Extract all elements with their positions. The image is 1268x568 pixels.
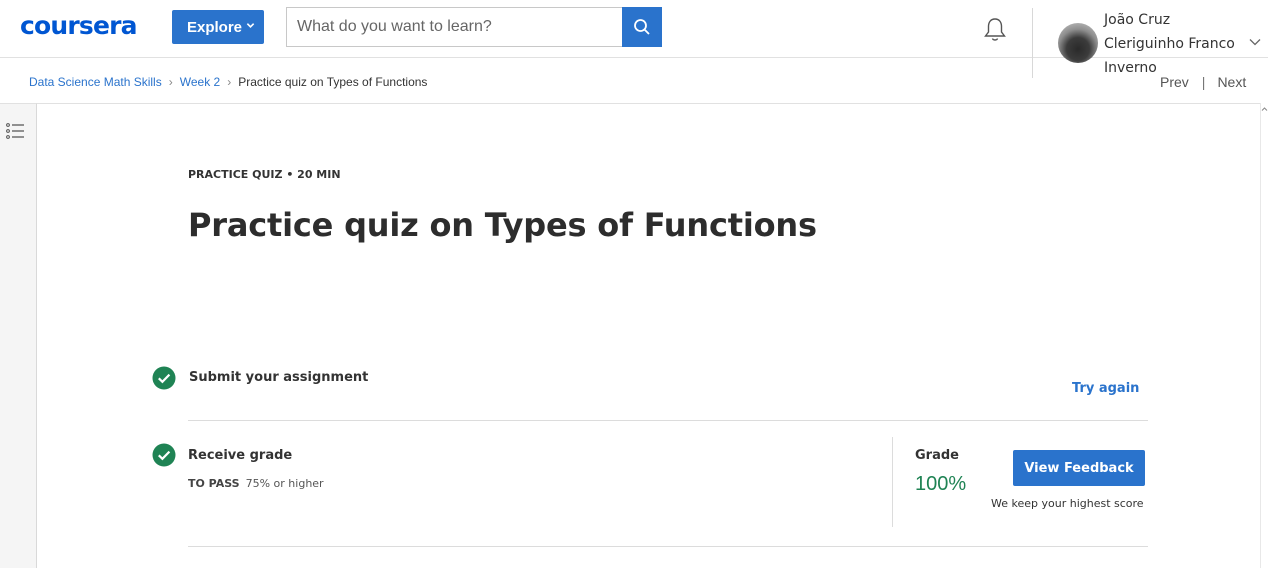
explore-label: Explore [187, 18, 243, 36]
try-again-link[interactable]: Try again [1072, 381, 1139, 397]
to-pass-label: TO PASS [188, 477, 240, 490]
to-pass-value: 75% or higher [245, 477, 324, 490]
grade-value: 100% [915, 473, 967, 495]
chevron-right-icon: › [227, 75, 232, 89]
section-divider [188, 420, 1148, 421]
chevron-right-icon: › [168, 75, 173, 89]
chevron-down-icon [246, 23, 255, 28]
search-input[interactable] [286, 7, 622, 47]
breadcrumb-course[interactable]: Data Science Math Skills [29, 75, 162, 89]
user-name-line-1: João Cruz [1104, 12, 1171, 28]
to-pass-requirement: TO PASS 75% or higher [188, 477, 324, 491]
user-name-line-2: Cleriguinho Franco [1104, 36, 1235, 52]
explore-button[interactable]: Explore [172, 10, 264, 44]
breadcrumb-week[interactable]: Week 2 [180, 75, 220, 89]
chevron-up-icon[interactable] [1261, 106, 1268, 112]
check-circle-icon [152, 443, 176, 467]
grade-label: Grade [915, 448, 959, 463]
page-title: Practice quiz on Types of Functions [188, 206, 817, 244]
highest-score-note: We keep your highest score [991, 497, 1144, 510]
item-navigation: Prev | Next [1160, 72, 1246, 92]
left-sidebar-rail [0, 103, 37, 568]
user-menu[interactable]: João Cruz Cleriguinho Franco Inverno [1056, 8, 1266, 80]
coursera-logo[interactable]: coursera [20, 10, 138, 42]
item-type-label: PRACTICE QUIZ • 20 MIN [188, 168, 341, 181]
header-divider [1032, 8, 1033, 78]
search-icon [634, 19, 650, 35]
content-divider [37, 103, 1260, 104]
list-icon[interactable] [5, 122, 27, 140]
user-name: João Cruz Cleriguinho Franco Inverno [1104, 8, 1244, 80]
breadcrumb-current: Practice quiz on Types of Functions [238, 75, 428, 89]
grade-divider [892, 437, 893, 527]
scrollbar[interactable] [1260, 103, 1268, 568]
receive-grade-label: Receive grade [188, 448, 293, 463]
submit-assignment-label: Submit your assignment [189, 370, 369, 385]
chevron-down-icon [1249, 39, 1261, 46]
prev-link[interactable]: Prev [1160, 74, 1189, 90]
avatar [1058, 23, 1098, 63]
search-button[interactable] [622, 7, 662, 47]
search-bar [286, 7, 662, 47]
next-link[interactable]: Next [1217, 74, 1246, 90]
check-circle-icon [152, 366, 176, 390]
section-divider [188, 546, 1148, 547]
view-feedback-button[interactable]: View Feedback [1013, 450, 1145, 486]
bell-icon[interactable] [982, 16, 1008, 44]
breadcrumb: Data Science Math Skills › Week 2 › Practice… [29, 74, 427, 90]
nav-separator: | [1201, 74, 1206, 90]
